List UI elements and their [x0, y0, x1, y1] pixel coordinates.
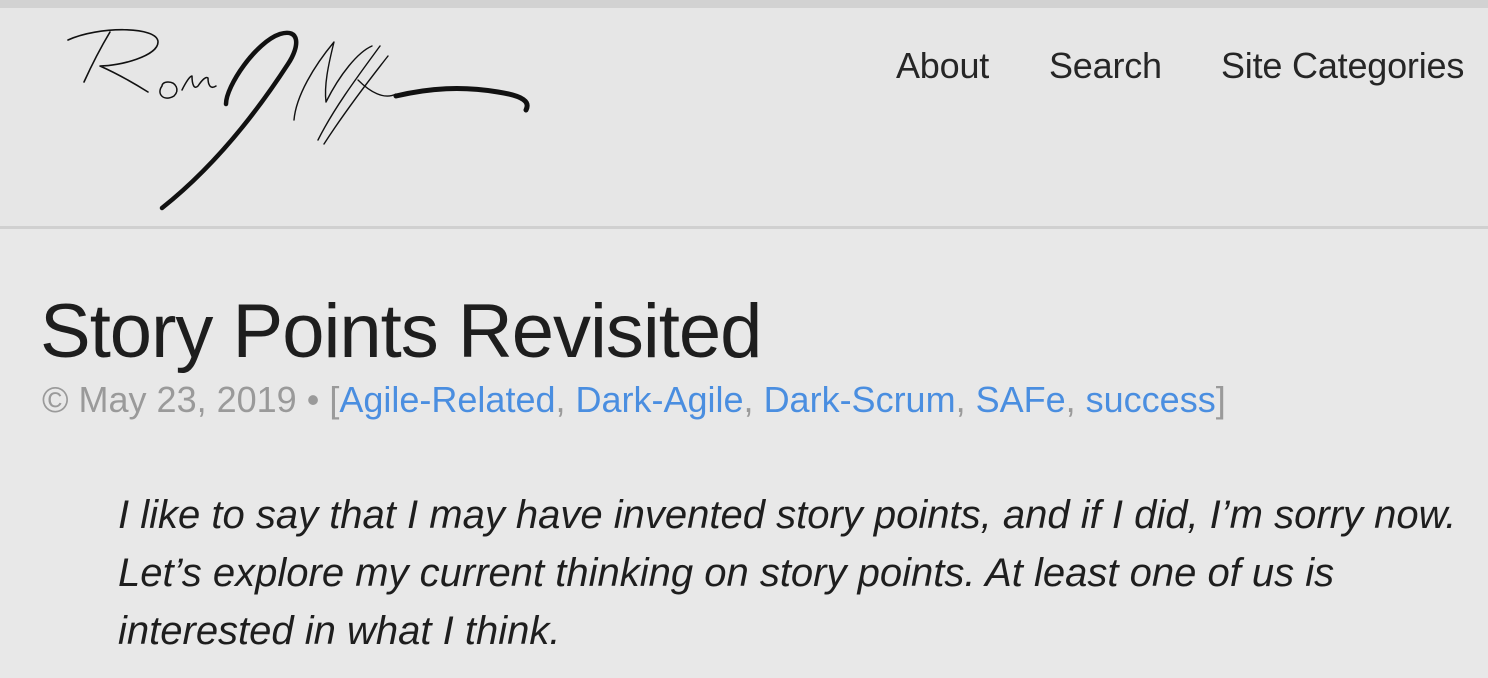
- signature-logo[interactable]: [58, 12, 538, 222]
- nav-search-link[interactable]: Search: [1049, 44, 1162, 88]
- nav-site-categories-link[interactable]: Site Categories: [1221, 44, 1464, 88]
- header-divider: [0, 226, 1488, 229]
- post-meta: © May 23, 2019 • [Agile-Related, Dark-Ag…: [42, 378, 1226, 422]
- category-delimiter: ,: [955, 379, 976, 420]
- post-lede: I like to say that I may have invented s…: [118, 493, 1457, 653]
- category-link-success[interactable]: success: [1086, 379, 1216, 420]
- categories-open-bracket: [: [329, 379, 340, 420]
- category-link-safe[interactable]: SAFe: [976, 379, 1066, 420]
- meta-separator: •: [306, 379, 320, 420]
- category-link-dark-scrum[interactable]: Dark-Scrum: [764, 379, 956, 420]
- category-delimiter: ,: [555, 379, 576, 420]
- post-date: May 23, 2019: [78, 379, 297, 420]
- category-link-dark-agile[interactable]: Dark-Agile: [576, 379, 744, 420]
- category-delimiter: ,: [1065, 379, 1086, 420]
- top-strip: [0, 0, 1488, 8]
- copyright-symbol: ©: [42, 379, 69, 420]
- nav-about-link[interactable]: About: [896, 44, 989, 88]
- category-delimiter: ,: [743, 379, 764, 420]
- category-link-agile-related[interactable]: Agile-Related: [339, 379, 555, 420]
- post-title: Story Points Revisited: [40, 289, 762, 374]
- categories-close-bracket: ]: [1215, 379, 1226, 420]
